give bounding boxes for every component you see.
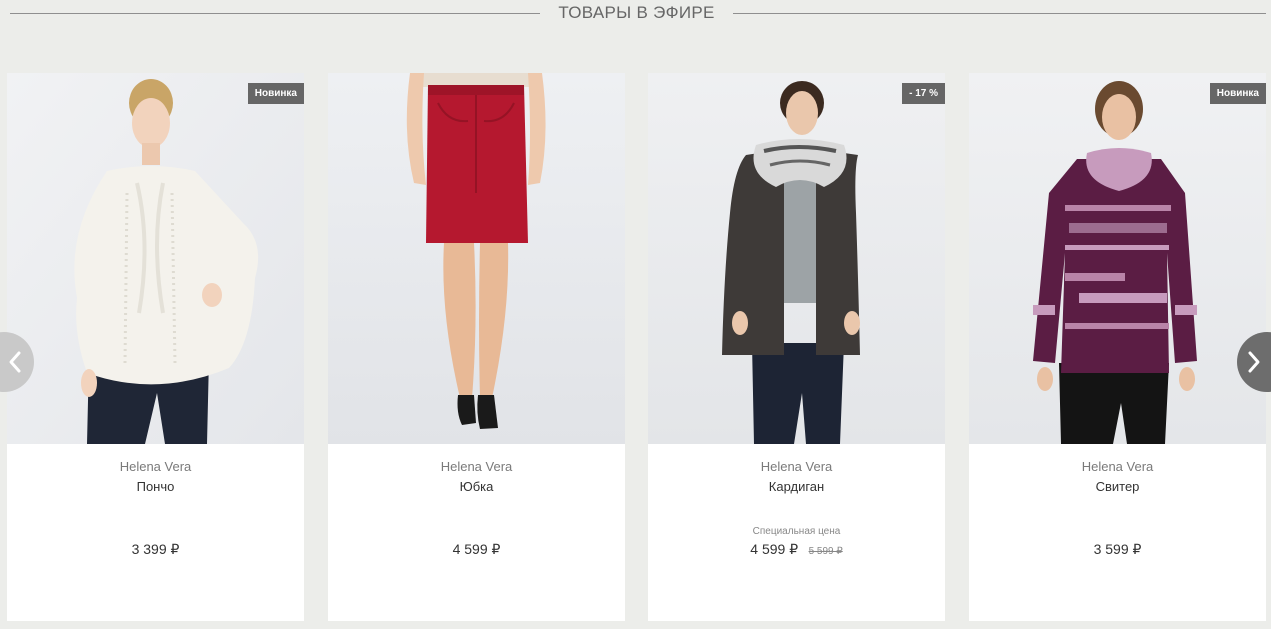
header-divider-right	[733, 13, 1266, 14]
product-brand[interactable]: Helena Vera	[7, 459, 304, 474]
product-price: 4 599 ₽	[452, 541, 501, 557]
product-image[interactable]: - 17 %	[648, 73, 945, 444]
product-old-price: 5 599 ₽	[808, 546, 843, 557]
product-name[interactable]: Юбка	[328, 479, 625, 494]
section-title: ТОВАРЫ В ЭФИРЕ	[558, 3, 715, 22]
product-card[interactable]: Новинка Helena Vera Свитер 3 599 ₽	[969, 73, 1266, 621]
carousel-next-button[interactable]	[1237, 332, 1271, 392]
product-badge: Новинка	[247, 83, 304, 104]
special-price-label: Специальная цена	[752, 526, 841, 537]
product-card[interactable]: Новинка Helena Vera Пончо 3 399 ₽	[7, 73, 304, 621]
product-image[interactable]: Новинка	[969, 73, 1266, 444]
chevron-left-icon	[0, 332, 34, 392]
product-card[interactable]: - 17 % Helena Vera Кардиган Специальная …	[648, 73, 945, 621]
product-brand[interactable]: Helena Vera	[328, 459, 625, 474]
carousel-prev-button[interactable]	[0, 332, 34, 392]
product-name[interactable]: Свитер	[969, 479, 1266, 494]
product-name[interactable]: Пончо	[7, 479, 304, 494]
product-image[interactable]	[328, 73, 625, 444]
product-badge: Новинка	[1209, 83, 1266, 104]
product-price: 3 599 ₽	[1093, 541, 1142, 557]
product-brand[interactable]: Helena Vera	[648, 459, 945, 474]
product-price: 3 399 ₽	[131, 541, 180, 557]
product-name[interactable]: Кардиган	[648, 479, 945, 494]
discount-badge: - 17 %	[902, 83, 945, 104]
product-brand[interactable]: Helena Vera	[969, 459, 1266, 474]
product-price-row: 4 599 ₽ 5 599 ₽	[648, 541, 945, 559]
product-price: 4 599 ₽	[750, 541, 799, 557]
header-divider-left	[10, 13, 540, 14]
section-header: ТОВАРЫ В ЭФИРЕ	[0, 0, 1271, 28]
product-card[interactable]: Helena Vera Юбка 4 599 ₽	[328, 73, 625, 621]
product-image[interactable]: Новинка	[7, 73, 304, 444]
chevron-right-icon	[1237, 332, 1271, 392]
